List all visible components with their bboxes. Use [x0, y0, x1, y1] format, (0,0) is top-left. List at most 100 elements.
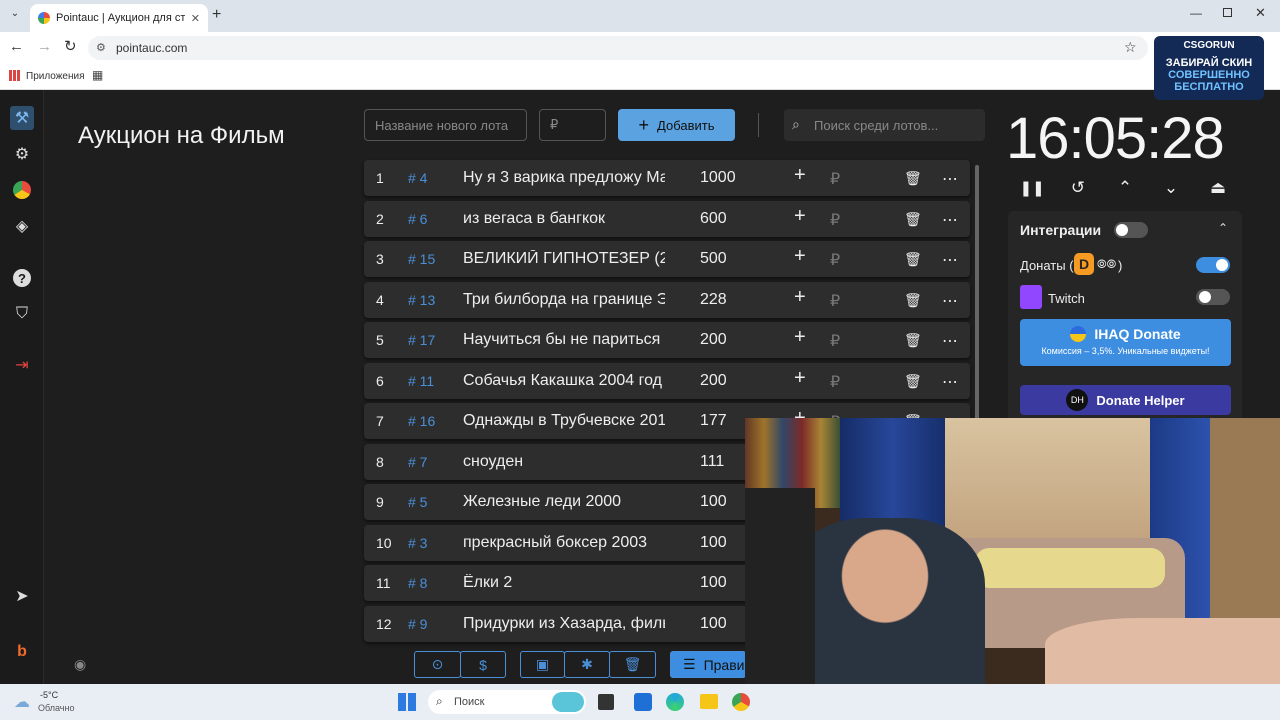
browser-tab[interactable]: Pointauc | Аукцион для стримеров ✕	[30, 4, 208, 32]
add-lot-button[interactable]: + Добавить	[618, 109, 735, 141]
clear-all-button[interactable]: 🗑	[609, 651, 656, 678]
delete-lot-icon[interactable]: 🗑	[904, 251, 922, 268]
lot-name[interactable]: Ну я 3 варика предложу Ма	[463, 169, 665, 187]
delete-lot-icon[interactable]: 🗑	[904, 373, 922, 390]
lot-row[interactable]: 3 # 15 ВЕЛИКИЙ ГИПНОТЕЗЕР (2(500 + ₽ 🗑 ⋯	[364, 241, 970, 277]
lot-row[interactable]: 6 # 11 Собачья Какашка 2004 год 200 + ₽ 🗑 ⋯	[364, 362, 970, 399]
lot-name[interactable]: Придурки из Хазарда, филь	[463, 615, 665, 633]
more-options-icon[interactable]: ⋯	[942, 291, 958, 311]
edge-icon[interactable]	[666, 693, 684, 711]
lot-name[interactable]: Ёлки 2	[463, 574, 665, 592]
address-bar[interactable]: ⚙ pointauc.com ☆	[88, 36, 1148, 60]
apps-grid-icon[interactable]	[9, 70, 20, 81]
minimize-icon[interactable]: —	[1190, 6, 1202, 20]
lot-name[interactable]: сноуден	[463, 453, 665, 471]
ihaq-donate-button[interactable]: IHAQ Donate Комиссия – 3,5%. Уникальные …	[1020, 319, 1231, 366]
lot-name[interactable]: из вегаса в бангкок	[463, 210, 665, 228]
rub-amount-input[interactable]: ₽	[830, 210, 840, 230]
integrations-toggle[interactable]	[1114, 222, 1148, 238]
lot-name[interactable]: ВЕЛИКИЙ ГИПНОТЕЗЕР (2(	[463, 250, 665, 268]
visibility-eye-icon[interactable]: ◉	[74, 656, 86, 673]
rub-amount-input[interactable]: ₽	[830, 331, 840, 351]
help-icon[interactable]: ?	[10, 266, 34, 290]
explorer-icon[interactable]	[700, 694, 718, 709]
lot-id[interactable]: # 16	[408, 413, 458, 429]
rub-amount-input[interactable]: ₽	[830, 250, 840, 270]
tab-search-icon[interactable]: ⌄	[6, 8, 24, 24]
boosty-icon[interactable]: b	[10, 640, 34, 664]
reset-timer-icon[interactable]: ↺	[1066, 176, 1090, 200]
windows-start-icon[interactable]	[398, 693, 416, 711]
lot-id[interactable]: # 9	[408, 616, 458, 632]
save-button[interactable]: ▣	[520, 651, 565, 678]
lot-id[interactable]: # 7	[408, 454, 458, 470]
pause-icon[interactable]: ❚❚	[1019, 176, 1044, 200]
amount-input[interactable]: ₽	[539, 109, 606, 141]
lot-name[interactable]: Собачья Какашка 2004 год	[463, 372, 665, 390]
lot-row[interactable]: 1 # 4 Ну я 3 варика предложу Ма 1000 + ₽ 🗑 ⋯	[364, 160, 970, 196]
taskbar-search[interactable]: ⌕ Поиск	[428, 690, 586, 714]
lot-id[interactable]: # 17	[408, 332, 458, 348]
reload-icon[interactable]: ↻	[64, 37, 77, 55]
twitch-toggle[interactable]	[1196, 289, 1230, 305]
bookmark-apps[interactable]: Приложения	[26, 71, 85, 82]
tab-close-icon[interactable]: ✕	[191, 12, 200, 25]
rules-button[interactable]: ☰ Прави	[670, 651, 746, 678]
csgorun-ad[interactable]: CSGORUN ЗАБИРАЙ СКИН СОВЕРШЕННО БЕСПЛАТН…	[1154, 36, 1264, 100]
report-bug-button[interactable]: ✱	[564, 651, 610, 678]
rub-amount-input[interactable]: ₽	[830, 169, 840, 189]
store-icon[interactable]	[634, 693, 652, 711]
restore-icon[interactable]	[1223, 8, 1232, 17]
more-options-icon[interactable]: ⋯	[942, 250, 958, 270]
donations-toggle[interactable]	[1196, 257, 1230, 273]
decrease-time-icon[interactable]: ⌄	[1159, 176, 1183, 200]
chrome-icon[interactable]	[732, 693, 750, 711]
double-increase-icon[interactable]: ⏏	[1206, 176, 1230, 200]
forward-icon[interactable]: →	[37, 38, 52, 55]
more-options-icon[interactable]: ⋯	[942, 210, 958, 230]
add-amount-icon[interactable]: +	[794, 164, 806, 187]
back-icon[interactable]: ←	[9, 38, 24, 55]
lot-row[interactable]: 2 # 6 из вегаса в бангкок 600 + ₽ 🗑 ⋯	[364, 200, 970, 237]
lot-id[interactable]: # 5	[408, 494, 458, 510]
site-info-icon[interactable]: ⚙	[96, 41, 106, 54]
rub-amount-input[interactable]: ₽	[830, 291, 840, 311]
wheel-chart-icon[interactable]	[10, 178, 34, 202]
collapse-chevron-icon[interactable]: ⌃	[1218, 221, 1228, 235]
new-tab-icon[interactable]: +	[212, 6, 221, 24]
bookmark-star-icon[interactable]: ☆	[1124, 39, 1137, 56]
lot-name[interactable]: прекрасный боксер 2003	[463, 534, 665, 552]
add-amount-icon[interactable]: +	[794, 205, 806, 228]
close-window-icon[interactable]: ✕	[1255, 5, 1266, 21]
lot-name[interactable]: Однажды в Трубчевске 201	[463, 412, 665, 430]
lot-id[interactable]: # 13	[408, 292, 458, 308]
rub-amount-input[interactable]: ₽	[830, 372, 840, 392]
add-amount-icon[interactable]: +	[794, 245, 806, 268]
more-options-icon[interactable]: ⋯	[942, 169, 958, 189]
lot-name[interactable]: Три билборда на границе Э	[463, 291, 665, 309]
lot-id[interactable]: # 15	[408, 251, 458, 267]
settings-gear-icon[interactable]: ⚙	[10, 142, 34, 166]
auction-hammer-icon[interactable]: ⚒	[10, 106, 34, 130]
add-amount-icon[interactable]: +	[794, 326, 806, 349]
search-lots-input[interactable]: ⌕ Поиск среди лотов...	[784, 109, 985, 141]
lot-name[interactable]: Железные леди 2000	[463, 493, 665, 511]
shield-check-icon[interactable]: ⛉	[10, 302, 34, 326]
task-view-icon[interactable]	[598, 694, 614, 710]
github-button[interactable]: ⊙	[414, 651, 461, 678]
delete-lot-icon[interactable]: 🗑	[904, 211, 922, 228]
lot-id[interactable]: # 4	[408, 170, 458, 186]
telegram-icon[interactable]: ➤	[10, 584, 34, 608]
layers-icon[interactable]: ◈	[10, 214, 34, 238]
more-options-icon[interactable]: ⋯	[942, 372, 958, 392]
logout-icon[interactable]: ⇥	[10, 353, 34, 377]
lot-id[interactable]: # 6	[408, 211, 458, 227]
increase-time-icon[interactable]: ⌃	[1113, 176, 1137, 200]
more-options-icon[interactable]: ⋯	[942, 331, 958, 351]
lot-row[interactable]: 5 # 17 Научиться бы не париться 200 + ₽ 🗑 ⋯	[364, 322, 970, 358]
add-amount-icon[interactable]: +	[794, 367, 806, 390]
new-lot-input[interactable]: Название нового лота	[364, 109, 527, 141]
lot-id[interactable]: # 3	[408, 535, 458, 551]
lot-row[interactable]: 4 # 13 Три билборда на границе Э 228 + ₽ 🗑 ⋯	[364, 281, 970, 318]
delete-lot-icon[interactable]: 🗑	[904, 292, 922, 309]
